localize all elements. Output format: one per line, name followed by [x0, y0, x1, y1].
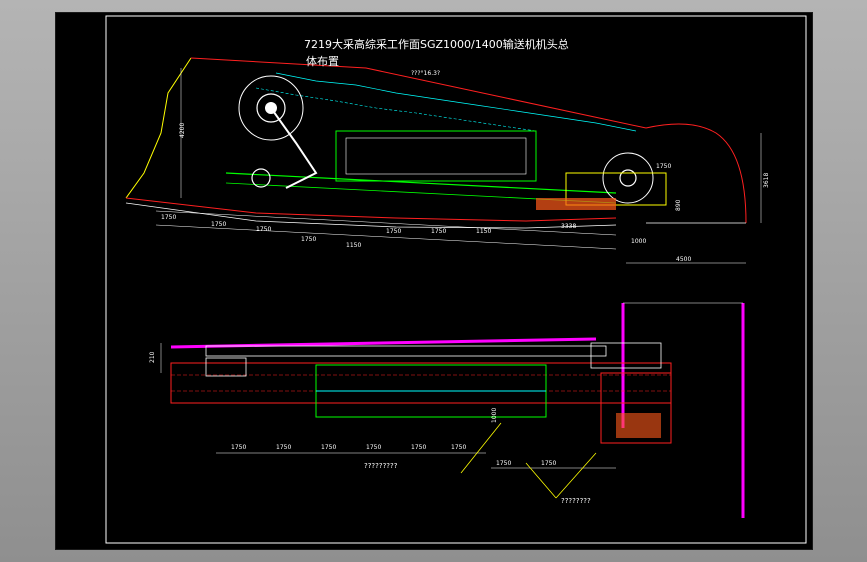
drawing-border	[105, 15, 807, 544]
top-dim-3: 1750	[256, 226, 271, 233]
plan-deck	[205, 345, 607, 357]
height-dim-right: 3618	[763, 173, 770, 188]
dim-890: 890	[675, 199, 682, 211]
bottom-dim-7: 1750	[496, 460, 511, 467]
top-dim-4: 1750	[301, 236, 316, 243]
bottom-dim-6: 1750	[451, 444, 466, 451]
top-dim-1: 1750	[161, 214, 176, 221]
angle-dim: ???°16.3?	[411, 70, 440, 77]
dim-3338: 3338	[561, 223, 576, 230]
top-dim-5: 1150	[346, 242, 361, 249]
bottom-dim-4: 1750	[366, 444, 381, 451]
top-dim-2: 1750	[211, 221, 226, 228]
conveyor-inner	[345, 137, 527, 175]
drawing-title: 7219大采高综采工作面SGZ1000/1400输送机机头总	[304, 37, 569, 51]
top-dim-7: 1750	[431, 228, 446, 235]
drive-gear	[536, 198, 616, 210]
bottom-dim-1: 1750	[231, 444, 246, 451]
bottom-dim-8: 1750	[541, 460, 556, 467]
cad-drawing: 7219大采高综采工作面SGZ1000/1400输送机机头总 体布置 ???°1…	[105, 15, 807, 544]
bottom-dim-3: 1750	[321, 444, 336, 451]
top-dim-8: 1150	[476, 228, 491, 235]
height-dim-left: 4200	[179, 123, 186, 138]
plan-tail-block	[205, 357, 247, 377]
cad-viewport: 7219大采高综采工作面SGZ1000/1400输送机机头总 体布置 ???°1…	[0, 0, 867, 562]
conveyor-body	[335, 130, 537, 182]
plan-view	[160, 302, 745, 518]
side-dim-1000: 1000	[491, 408, 498, 423]
dim-1000: 1000	[631, 238, 646, 245]
top-dim-6: 1750	[386, 228, 401, 235]
roller-left	[251, 168, 271, 188]
side-dim-210: 210	[149, 351, 156, 363]
width-dim-right: 4500	[676, 256, 691, 263]
callout-leader-a	[460, 422, 502, 474]
drawing-canvas[interactable]: 7219大采高综采工作面SGZ1000/1400输送机机头总 体布置 ???°1…	[55, 12, 813, 550]
plan-drive-gear	[616, 413, 661, 438]
support-steps	[275, 72, 637, 132]
bottom-dim-2: 1750	[276, 444, 291, 451]
drum-right-hub	[619, 169, 637, 187]
drum-right	[602, 152, 654, 204]
roof-line	[190, 57, 647, 129]
plan-head-block	[590, 342, 662, 369]
callout-b: ????????	[561, 497, 591, 505]
callout-a: ?????????	[364, 462, 398, 470]
conveyor-line	[225, 172, 617, 194]
drawing-subtitle: 体布置	[306, 54, 339, 68]
callout-leader-c	[555, 452, 597, 499]
bottom-dim-5: 1750	[411, 444, 426, 451]
dim-1750-right: 1750	[656, 163, 671, 170]
